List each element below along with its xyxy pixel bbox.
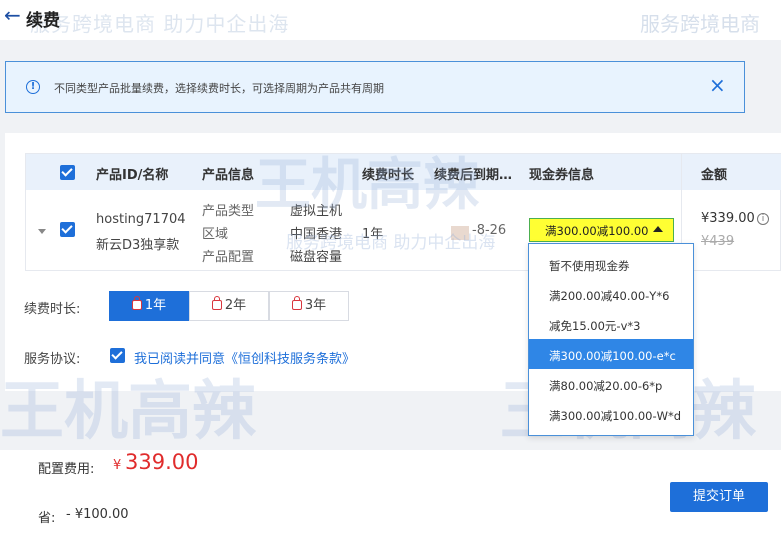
- duration-option-label: 1年: [144, 298, 167, 313]
- product-id: hosting71704: [96, 212, 186, 227]
- coupon-option[interactable]: 满300.00减100.00-W*d: [529, 399, 693, 429]
- select-all-checkbox[interactable]: [60, 165, 75, 180]
- coupon-option-selected[interactable]: 满300.00减100.00-e*c: [529, 339, 693, 369]
- column-header: 现金券信息: [529, 168, 595, 183]
- notice-text: 不同类型产品批量续费，选择续费时长，可选择周期为产品共有周期: [54, 82, 384, 95]
- column-header: 续费时长: [362, 168, 415, 183]
- chevron-down-icon[interactable]: [38, 229, 46, 234]
- duration-option-2y[interactable]: 2年: [189, 291, 269, 321]
- duration-option-1y[interactable]: 1年: [109, 291, 189, 321]
- close-icon[interactable]: ×: [709, 75, 726, 95]
- info-icon[interactable]: i: [757, 213, 769, 225]
- agreement-link[interactable]: 我已阅读并同意《恒创科技服务条款》: [134, 348, 355, 367]
- info-label: 区域: [202, 227, 229, 242]
- table-header: 产品ID/名称 产品信息 续费时长 续费后到期… 现金券信息 金额: [26, 154, 781, 190]
- caret-up-icon: [653, 226, 663, 232]
- product-name: 新云D3独享款: [96, 238, 180, 253]
- info-value: 磁盘容量: [290, 250, 343, 265]
- page-title: 续费: [26, 11, 60, 31]
- fee-currency: ¥: [113, 458, 122, 473]
- submit-order-button[interactable]: 提交订单: [670, 482, 768, 512]
- shopping-bag-icon: [131, 296, 142, 310]
- info-icon: !: [26, 80, 40, 94]
- notice-banner: ! 不同类型产品批量续费，选择续费时长，可选择周期为产品共有周期 ×: [5, 61, 745, 113]
- coupon-dropdown: 暂不使用现金券 满200.00减40.00-Y*6 减免15.00元-v*3 满…: [528, 243, 694, 436]
- agreement-label: 服务协议:: [24, 352, 81, 367]
- expiry-date: -8-26: [472, 223, 507, 238]
- coupon-option[interactable]: 减免15.00元-v*3: [529, 309, 693, 339]
- info-label: 产品类型: [202, 204, 255, 219]
- info-value: 虚拟主机: [290, 204, 343, 219]
- column-header: 产品信息: [202, 168, 255, 183]
- shopping-bag-icon: [291, 296, 302, 310]
- column-header: 金额: [701, 168, 728, 183]
- coupon-option[interactable]: 满200.00减40.00-Y*6: [529, 279, 693, 309]
- watermark-slogan-top: 服务跨境电商 助力中企出海: [30, 12, 290, 36]
- price: ¥339.00: [701, 211, 755, 226]
- agreement-checkbox[interactable]: [110, 348, 125, 363]
- shopping-bag-icon: [211, 296, 222, 310]
- fee-label: 配置费用:: [38, 462, 95, 477]
- fee-amount: 339.00: [125, 450, 199, 474]
- duration-option-label: 2年: [224, 298, 247, 313]
- column-header: 产品ID/名称: [96, 168, 169, 183]
- coupon-option[interactable]: 满80.00减20.00-6*p: [529, 369, 693, 399]
- duration-option-label: 3年: [304, 298, 327, 313]
- save-label: 省:: [38, 511, 56, 526]
- original-price: ¥439: [701, 234, 735, 249]
- duration-option-3y[interactable]: 3年: [269, 291, 349, 321]
- save-amount: - ¥100.00: [66, 507, 129, 522]
- date-chip: [451, 226, 469, 240]
- info-label: 产品配置: [202, 250, 255, 265]
- duration-label: 续费时长:: [24, 302, 81, 317]
- coupon-selected-value: 满300.00减100.00: [545, 224, 649, 238]
- top-bar: 服务跨境电商 助力中企出海 服务跨境电商 ← 续费: [0, 0, 781, 40]
- coupon-option[interactable]: 暂不使用现金券: [529, 249, 693, 279]
- renewal-duration: 1年: [362, 227, 384, 242]
- coupon-select[interactable]: 满300.00减100.00: [529, 218, 674, 242]
- column-header: 续费后到期…: [434, 168, 513, 183]
- arrow-left-icon[interactable]: ←: [4, 5, 21, 25]
- info-value: 中国香港: [290, 227, 343, 242]
- row-checkbox[interactable]: [60, 222, 75, 237]
- watermark-slogan-top-right: 服务跨境电商: [640, 12, 760, 36]
